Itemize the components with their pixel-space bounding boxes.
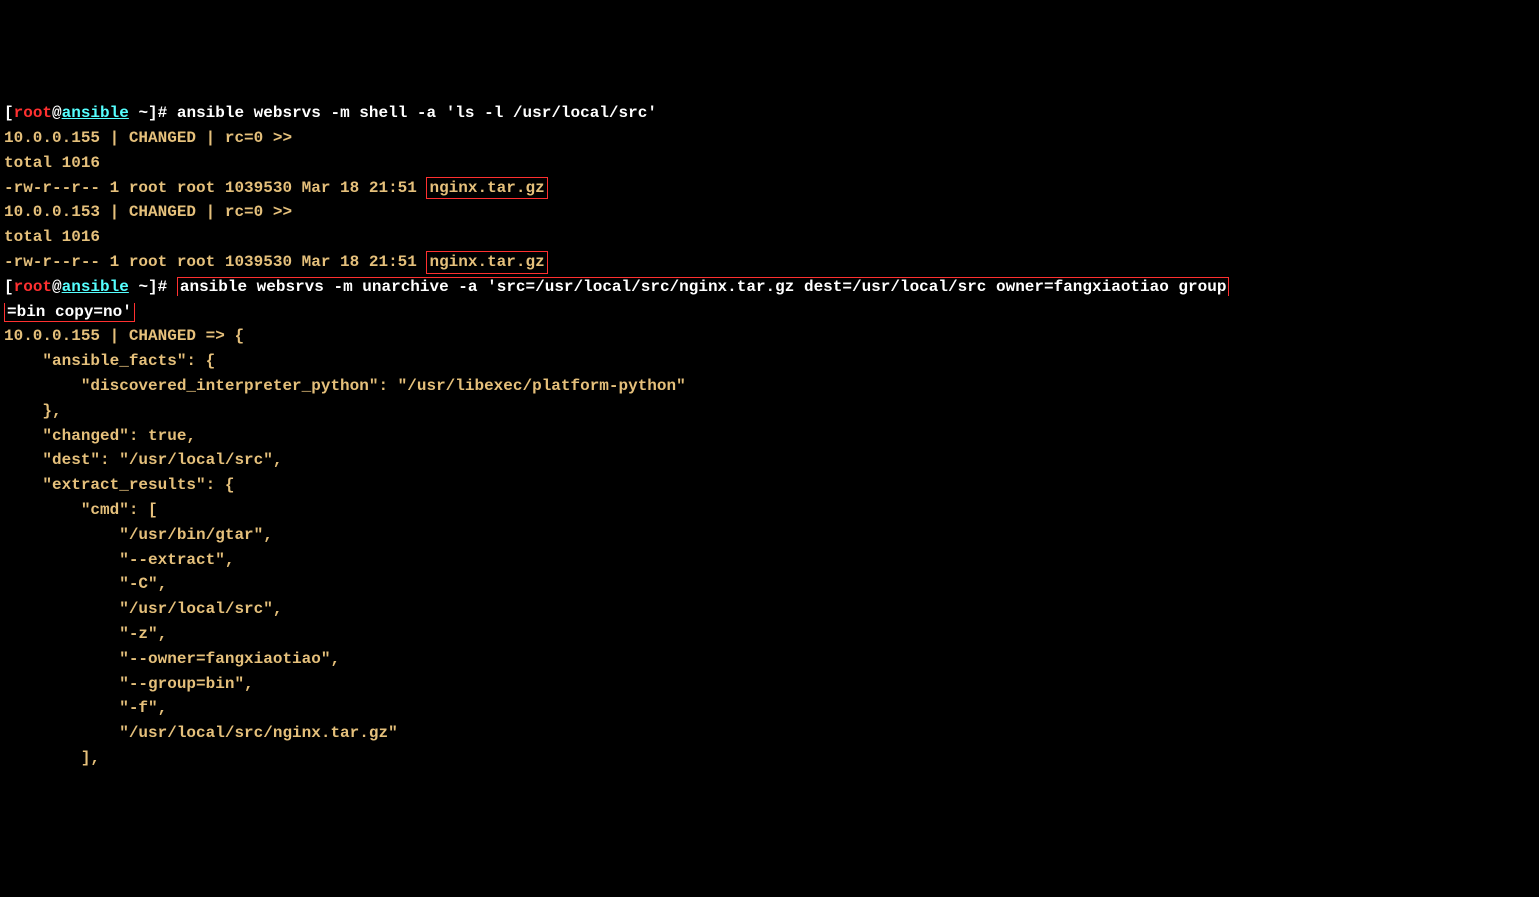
command-2-line2: =bin copy=no' <box>4 303 135 322</box>
json-line-12: "-z", <box>4 625 167 643</box>
json-line-4: "changed": true, <box>4 427 196 445</box>
output-ls-1-prefix: -rw-r--r-- 1 root root 1039530 Mar 18 21… <box>4 179 426 197</box>
json-line-16: "/usr/local/src/nginx.tar.gz" <box>4 724 398 742</box>
json-line-6: "extract_results": { <box>4 476 234 494</box>
output-host-153: 10.0.0.153 | CHANGED | rc=0 >> <box>4 203 292 221</box>
prompt-path: ~] <box>129 278 158 296</box>
highlighted-file-1: nginx.tar.gz <box>426 177 547 200</box>
prompt-hash: # <box>158 104 177 122</box>
json-line-7: "cmd": [ <box>4 501 158 519</box>
prompt-line-1: [root@ansible ~]# <box>4 104 177 122</box>
prompt-at: @ <box>52 104 62 122</box>
prompt-bracket-open: [ <box>4 104 14 122</box>
json-line-3: }, <box>4 402 62 420</box>
output-total-1: total 1016 <box>4 154 100 172</box>
json-line-9: "--extract", <box>4 551 234 569</box>
json-line-5: "dest": "/usr/local/src", <box>4 451 282 469</box>
prompt-hash: # <box>158 278 177 296</box>
json-line-0: 10.0.0.155 | CHANGED => { <box>4 327 244 345</box>
json-line-8: "/usr/bin/gtar", <box>4 526 273 544</box>
json-line-14: "--group=bin", <box>4 675 254 693</box>
json-line-11: "/usr/local/src", <box>4 600 282 618</box>
prompt-line-2: [root@ansible ~]# <box>4 278 177 296</box>
output-total-2: total 1016 <box>4 228 100 246</box>
output-ls-2-prefix: -rw-r--r-- 1 root root 1039530 Mar 18 21… <box>4 253 426 271</box>
prompt-user: root <box>14 278 52 296</box>
command-2-line1: ansible websrvs -m unarchive -a 'src=/us… <box>177 277 1230 296</box>
output-host-155: 10.0.0.155 | CHANGED | rc=0 >> <box>4 129 292 147</box>
highlighted-file-2: nginx.tar.gz <box>426 251 547 274</box>
json-line-1: "ansible_facts": { <box>4 352 215 370</box>
prompt-bracket-open: [ <box>4 278 14 296</box>
prompt-host: ansible <box>62 104 129 122</box>
json-line-15: "-f", <box>4 699 167 717</box>
prompt-path: ~] <box>129 104 158 122</box>
json-line-2: "discovered_interpreter_python": "/usr/l… <box>4 377 686 395</box>
json-line-13: "--owner=fangxiaotiao", <box>4 650 340 668</box>
command-1: ansible websrvs -m shell -a 'ls -l /usr/… <box>177 104 657 122</box>
prompt-user: root <box>14 104 52 122</box>
prompt-host: ansible <box>62 278 129 296</box>
prompt-at: @ <box>52 278 62 296</box>
json-line-10: "-C", <box>4 575 167 593</box>
json-line-17: ], <box>4 749 100 767</box>
terminal-output[interactable]: [root@ansible ~]# ansible websrvs -m she… <box>4 101 1535 771</box>
